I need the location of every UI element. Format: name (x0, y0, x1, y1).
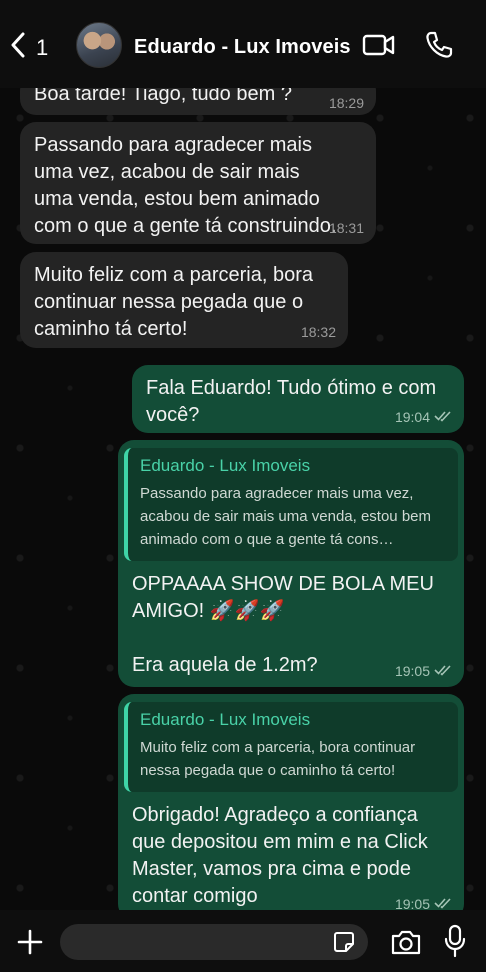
message-time: 19:05 (394, 663, 430, 679)
quoted-message[interactable]: Eduardo - Lux Imoveis Passando para agra… (124, 448, 458, 561)
outgoing-message[interactable]: Eduardo - Lux Imoveis Muito feliz com a … (118, 694, 464, 910)
message-text: Muito feliz com a parceria, bora continu… (34, 264, 314, 340)
message-time: 19:04 (394, 409, 430, 425)
incoming-message[interactable]: Passando para agradecer mais uma vez, ac… (20, 122, 376, 244)
message-text: Obrigado! Agradeço a confiança que depos… (132, 804, 428, 907)
double-check-icon (434, 896, 452, 910)
quoted-text: Passando para agradecer mais uma vez, ac… (140, 485, 431, 548)
message-time: 18:31 (328, 220, 364, 236)
chat-area[interactable]: Boa tarde! Tiago, tudo bem ? 18:29 Passa… (0, 88, 486, 910)
double-check-icon (434, 663, 452, 679)
microphone-icon[interactable] (444, 924, 466, 963)
outgoing-message[interactable]: Eduardo - Lux Imoveis Passando para agra… (118, 440, 464, 687)
chat-header: 1 Eduardo - Lux Imoveis (0, 0, 486, 88)
avatar[interactable] (76, 22, 122, 68)
quoted-message[interactable]: Eduardo - Lux Imoveis Muito feliz com a … (124, 702, 458, 792)
message-text: Boa tarde! Tiago, tudo bem ? (34, 88, 292, 105)
composer-bar (0, 910, 486, 972)
double-check-icon (434, 409, 452, 425)
incoming-message[interactable]: Boa tarde! Tiago, tudo bem ? 18:29 (20, 88, 376, 115)
sticker-icon[interactable] (332, 930, 356, 959)
message-time: 19:05 (394, 896, 430, 910)
message-text: Passando para agradecer mais uma vez, ac… (34, 134, 337, 237)
quoted-author: Eduardo - Lux Imoveis (140, 710, 311, 729)
quoted-author: Eduardo - Lux Imoveis (140, 456, 311, 475)
phone-icon[interactable] (424, 30, 454, 65)
chevron-left-icon (10, 32, 26, 63)
message-input[interactable] (60, 924, 368, 960)
back-button[interactable]: 1 (10, 32, 48, 63)
message-time: 18:29 (328, 95, 364, 111)
message-text: OPPAAAA SHOW DE BOLA MEU AMIGO! 🚀🚀🚀 (132, 573, 434, 622)
message-status: 19:05 (395, 896, 452, 910)
camera-icon[interactable] (390, 928, 422, 961)
message-time: 18:32 (300, 324, 336, 340)
quoted-text: Muito feliz com a parceria, bora continu… (140, 739, 416, 779)
video-call-icon[interactable] (362, 30, 396, 65)
plus-icon[interactable] (16, 928, 44, 961)
unread-count: 1 (36, 34, 49, 60)
message-status: 19:05 (395, 663, 452, 679)
contact-name[interactable]: Eduardo - Lux Imoveis (134, 36, 351, 59)
incoming-message[interactable]: Muito feliz com a parceria, bora continu… (20, 252, 348, 348)
outgoing-message[interactable]: Fala Eduardo! Tudo ótimo e com você? 19:… (132, 365, 464, 433)
message-status: 19:04 (395, 409, 452, 425)
